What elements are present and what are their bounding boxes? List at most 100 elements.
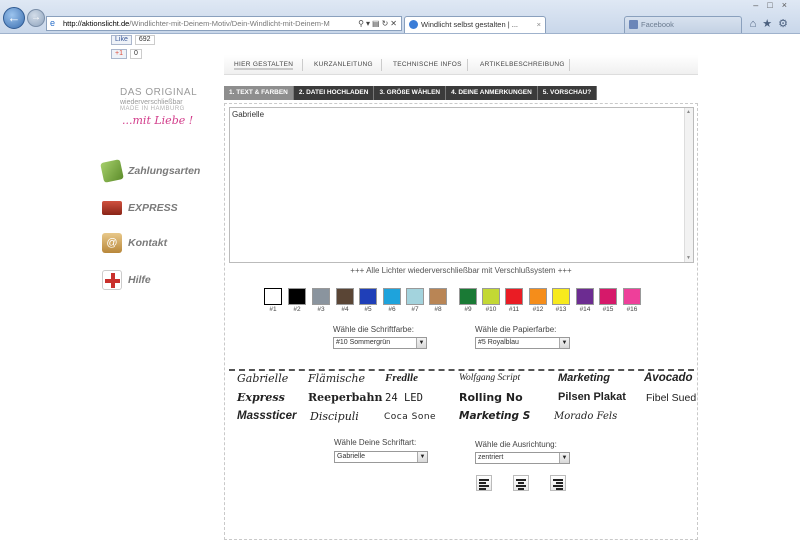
font-select[interactable]: Gabrielle ▼ [334, 451, 428, 463]
sidebar-item-label: EXPRESS [128, 202, 178, 214]
sidebar-item-label: Hilfe [128, 274, 151, 286]
sidebar-item-label: Zahlungsarten [128, 165, 201, 177]
font-sample-24-led[interactable]: 24 LED [385, 392, 423, 404]
color-swatch-3[interactable] [312, 288, 330, 305]
mail-icon: @ [102, 233, 122, 253]
font-sample-masssticer[interactable]: Masssticer [237, 410, 296, 422]
font-sample-express[interactable]: Express [237, 391, 285, 404]
align-left-button[interactable] [476, 475, 492, 491]
font-color-select[interactable]: #10 Sommergrün ▼ [333, 337, 427, 349]
textarea-scrollbar[interactable]: ▲ ▼ [684, 108, 693, 262]
color-swatch-10[interactable] [482, 288, 500, 305]
font-sample-marketing[interactable]: Marketing [558, 372, 610, 384]
scroll-up-icon[interactable]: ▲ [686, 109, 691, 115]
color-label: #10 [485, 306, 497, 313]
color-swatch-6[interactable] [383, 288, 401, 305]
color-label: #9 [464, 306, 472, 313]
color-swatch-14[interactable] [576, 288, 594, 305]
tab-kurzanleitung[interactable]: KURZANLEITUNG [314, 61, 373, 68]
step-bar: 1. TEXT & FARBEN 2. DATEI HOCHLADEN 3. G… [224, 86, 598, 100]
font-sample-avocado[interactable]: Avocado [644, 372, 693, 384]
tab-active[interactable]: Windlicht selbst gestalten | ... × [404, 16, 546, 33]
paper-color-select[interactable]: #5 Royalblau ▼ [475, 337, 570, 349]
font-sample-fibel-sued[interactable]: Fibel Sued [646, 392, 696, 404]
back-button[interactable]: ← [3, 7, 25, 29]
align-right-button[interactable] [550, 475, 566, 491]
color-swatch-4[interactable] [336, 288, 354, 305]
font-sample-rolling-no[interactable]: Rolling No [459, 391, 523, 404]
window-controls[interactable]: –□× [753, 0, 796, 10]
logo-line1: DAS ORIGINAL [120, 87, 198, 98]
color-label: #16 [626, 306, 638, 313]
font-color-label: Wähle die Schriftfarbe: [333, 325, 414, 334]
ie-page-icon: e [50, 18, 56, 28]
logo-line3: MADE IN HAMBURG [120, 106, 185, 112]
font-sample-reeperbahn[interactable]: Reeperbahn [308, 391, 382, 404]
logo[interactable]: DAS ORIGINAL wiederverschließbar MADE IN… [120, 87, 210, 127]
chevron-down-icon: ▼ [416, 338, 426, 348]
chevron-down-icon: ▼ [559, 338, 569, 348]
sidebar-item-label: Kontakt [128, 237, 168, 249]
color-label: #14 [579, 306, 591, 313]
font-sample-gabrielle[interactable]: Gabrielle [237, 372, 288, 385]
address-host: http://aktionslicht.de [63, 19, 130, 28]
address-path: /Windlichter-mit-Deinem-Motiv/Dein-Windl… [129, 19, 330, 28]
truck-icon [102, 201, 122, 215]
tab-separator [381, 59, 382, 71]
color-label: #4 [341, 306, 349, 313]
font-sample-discipuli[interactable]: Discipuli [310, 410, 359, 423]
color-swatch-5[interactable] [359, 288, 377, 305]
color-swatch-1[interactable] [264, 288, 282, 305]
font-select-label: Wähle Deine Schriftart: [334, 438, 417, 447]
command-icons[interactable]: ⌂★⚙ [750, 17, 794, 30]
font-sample-wolfgang-script[interactable]: Wolfgang Script [459, 373, 520, 383]
align-center-button[interactable] [513, 475, 529, 491]
text-input-box[interactable]: Gabrielle ▲ ▼ [229, 107, 694, 263]
alignment-select[interactable]: zentriert ▼ [475, 452, 570, 464]
address-tools-icon[interactable]: ⚲▾▤↻✕ [355, 17, 399, 30]
logo-line4: ...mit Liebe ! [122, 114, 194, 127]
color-swatch-15[interactable] [599, 288, 617, 305]
facebook-like[interactable]: Like 692 [111, 35, 155, 45]
color-swatch-7[interactable] [406, 288, 424, 305]
color-label: #5 [364, 306, 372, 313]
forward-button[interactable]: → [27, 9, 45, 27]
color-label: #8 [434, 306, 442, 313]
font-sample-morado-fels[interactable]: Morado Fels [554, 411, 617, 422]
color-swatch-2[interactable] [288, 288, 306, 305]
tab-inactive[interactable]: Facebook [624, 16, 742, 33]
like-button[interactable]: Like [111, 35, 132, 45]
address-bar[interactable]: e http://aktionslicht.de/Windlichter-mit… [46, 16, 402, 31]
step-datei-hochladen[interactable]: 2. DATEI HOCHLADEN [293, 86, 375, 100]
step-anmerkungen[interactable]: 4. DEINE ANMERKUNGEN [446, 86, 538, 100]
chevron-down-icon: ▼ [559, 453, 569, 463]
font-color-value: #10 Sommergrün [336, 339, 391, 346]
font-sample-fredlle[interactable]: Fredlle [385, 372, 418, 384]
color-label: #3 [317, 306, 325, 313]
chevron-down-icon: ▼ [417, 452, 427, 462]
font-sample-flaemische[interactable]: Flämische [308, 372, 365, 385]
font-sample-pilsen-plakat[interactable]: Pilsen Plakat [558, 391, 626, 403]
color-swatch-8[interactable] [429, 288, 447, 305]
tab-technische-infos[interactable]: TECHNISCHE INFOS [393, 61, 462, 68]
font-sample-marketing-s[interactable]: Marketing S [459, 410, 530, 422]
step-text-farben[interactable]: 1. TEXT & FARBEN [224, 86, 294, 100]
tab-close-icon[interactable]: × [537, 17, 541, 32]
color-swatch-9[interactable] [459, 288, 477, 305]
plus-one-button[interactable]: +1 [111, 49, 127, 59]
motif-text-input[interactable]: Gabrielle [230, 108, 685, 262]
color-label: #7 [411, 306, 419, 313]
color-swatch-11[interactable] [505, 288, 523, 305]
color-swatch-16[interactable] [623, 288, 641, 305]
color-label: #6 [388, 306, 396, 313]
font-sample-coca-sone[interactable]: Coca Sone [384, 412, 436, 422]
step-vorschau[interactable]: 5. VORSCHAU? [537, 86, 598, 100]
product-tabs: HIER GESTALTEN KURZANLEITUNG TECHNISCHE … [224, 55, 698, 75]
tab-artikelbeschreibung[interactable]: ARTIKELBESCHREIBUNG [480, 61, 565, 68]
color-swatch-12[interactable] [529, 288, 547, 305]
color-swatch-13[interactable] [552, 288, 570, 305]
scroll-down-icon[interactable]: ▼ [686, 255, 691, 261]
step-groesse-waehlen[interactable]: 3. GRÖßE WÄHLEN [374, 86, 447, 100]
google-plus[interactable]: +1 0 [111, 49, 142, 59]
tab-hier-gestalten[interactable]: HIER GESTALTEN [234, 61, 294, 70]
